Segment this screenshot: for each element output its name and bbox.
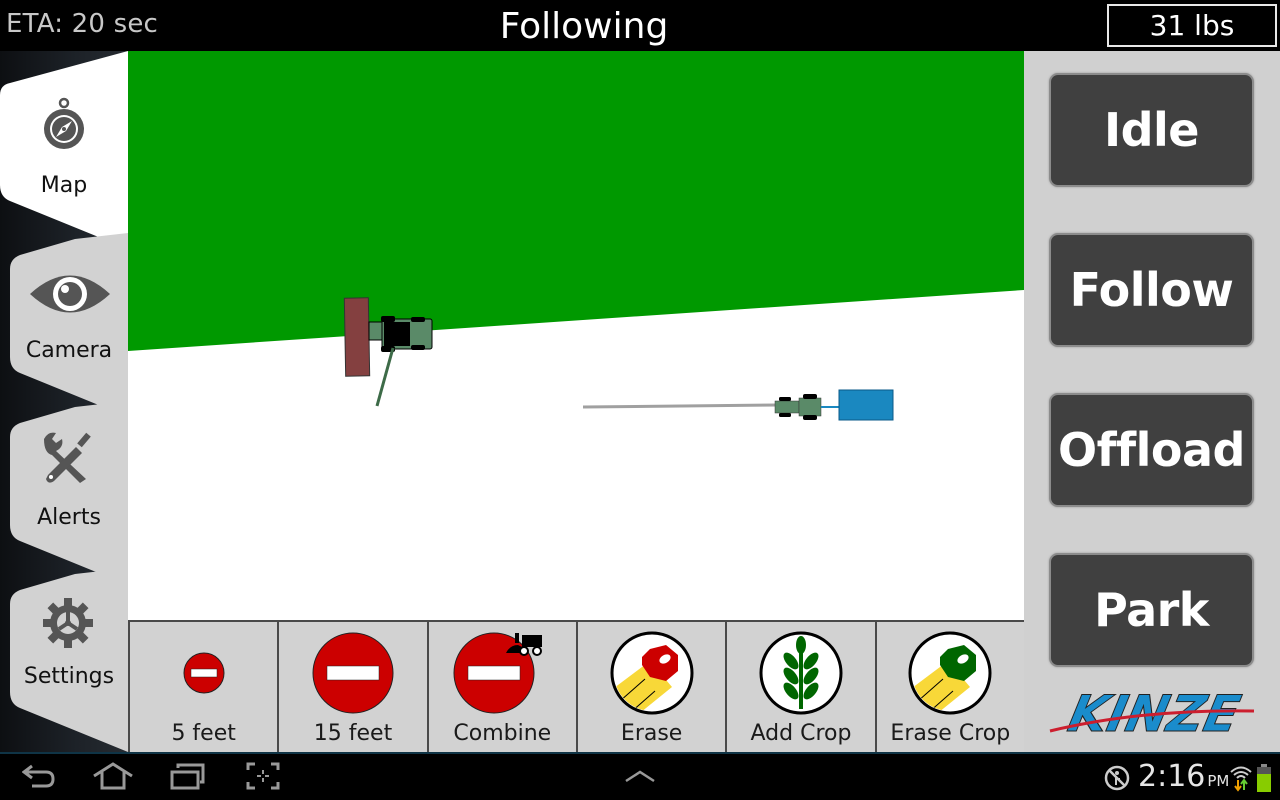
tab-label: Camera bbox=[25, 338, 113, 363]
tool-erase[interactable]: Erase bbox=[577, 622, 726, 752]
field-map[interactable] bbox=[128, 51, 1024, 621]
tool-15-feet[interactable]: 15 feet bbox=[279, 622, 427, 752]
combine-cab bbox=[384, 322, 410, 346]
eraser-red-icon bbox=[578, 630, 725, 716]
tool-label: Erase bbox=[620, 721, 683, 746]
battery-icon bbox=[1256, 764, 1272, 796]
map-canvas[interactable] bbox=[128, 51, 1024, 621]
park-button[interactable]: Park bbox=[1049, 553, 1254, 667]
no-entry-large-icon bbox=[279, 630, 426, 716]
tab-label: Map bbox=[40, 173, 88, 198]
compass-icon bbox=[0, 97, 128, 157]
back-icon[interactable] bbox=[21, 762, 56, 794]
home-icon[interactable] bbox=[92, 762, 134, 794]
system-nav-bar: 2:16 PM bbox=[0, 752, 1280, 800]
no-entry-combine-icon bbox=[429, 630, 576, 716]
wifi-icon bbox=[1229, 764, 1253, 796]
chevron-up-icon[interactable] bbox=[624, 768, 656, 788]
mode-status-title: Following bbox=[499, 6, 669, 47]
map-tools-bar: 5 feet 15 feet Combine Erase Add Crop Er… bbox=[128, 620, 1024, 752]
eraser-green-icon bbox=[877, 630, 1024, 716]
combine-wheel bbox=[411, 317, 425, 322]
offload-button[interactable]: Offload bbox=[1049, 393, 1254, 507]
eye-icon bbox=[6, 269, 134, 323]
no-entry-small-icon bbox=[130, 630, 277, 716]
tractor-cab bbox=[798, 397, 822, 417]
clock-time: 2:16 bbox=[1138, 759, 1206, 794]
recent-apps-icon[interactable] bbox=[170, 762, 206, 794]
tractor-wheel bbox=[803, 394, 817, 399]
tractor-vehicle[interactable] bbox=[582, 389, 894, 421]
no-touch-icon bbox=[1104, 765, 1130, 795]
kinze-logo: KINZE bbox=[1042, 684, 1262, 743]
sidebar-tabs: Map Camera Alerts Settings bbox=[0, 51, 128, 752]
tool-label: 5 feet bbox=[171, 721, 236, 746]
grain-weight-readout: 31 lbs bbox=[1107, 4, 1277, 47]
tab-label: Alerts bbox=[37, 505, 101, 530]
tractor-wheel bbox=[779, 397, 791, 401]
follow-button[interactable]: Follow bbox=[1049, 233, 1254, 347]
wheat-icon bbox=[727, 630, 874, 716]
mode-panel: Idle Follow Offload Park KINZE bbox=[1024, 51, 1280, 752]
screenshot-icon[interactable] bbox=[246, 762, 280, 794]
tool-label: Combine bbox=[453, 721, 552, 746]
crop-area bbox=[128, 51, 1024, 351]
tractor-wheel bbox=[779, 413, 791, 417]
tab-shape bbox=[10, 233, 128, 417]
tab-alerts[interactable]: Alerts bbox=[0, 401, 128, 591]
combine-header bbox=[343, 297, 371, 377]
tab-map[interactable]: Map bbox=[0, 51, 128, 251]
tractor-path-line bbox=[582, 403, 779, 409]
tab-camera[interactable]: Camera bbox=[0, 233, 128, 423]
tool-add-crop[interactable]: Add Crop bbox=[727, 622, 875, 752]
tools-icon bbox=[4, 429, 132, 489]
combine-feeder bbox=[368, 321, 383, 341]
tool-erase-crop[interactable]: Erase Crop bbox=[876, 622, 1024, 752]
top-status-bar: ETA: 20 sec Following 31 lbs bbox=[0, 0, 1280, 51]
system-clock: 2:16 PM bbox=[1138, 759, 1229, 794]
combine-wheel bbox=[381, 316, 395, 322]
idle-button[interactable]: Idle bbox=[1049, 73, 1254, 187]
clock-ampm: PM bbox=[1207, 772, 1230, 790]
tool-combine[interactable]: Combine bbox=[428, 622, 576, 752]
combine-unload-auger bbox=[375, 347, 395, 407]
tool-label: Erase Crop bbox=[890, 721, 1011, 746]
tab-settings[interactable]: Settings bbox=[0, 568, 128, 752]
tab-label: Settings bbox=[23, 664, 115, 689]
tractor-wheel bbox=[803, 415, 817, 420]
tool-label: Add Crop bbox=[750, 721, 852, 746]
tool-label: 15 feet bbox=[313, 721, 393, 746]
tool-5-feet[interactable]: 5 feet bbox=[130, 622, 278, 752]
tractor-hood bbox=[774, 400, 800, 414]
combine-wheel bbox=[411, 345, 425, 350]
gear-icon bbox=[4, 596, 132, 654]
grain-cart bbox=[838, 389, 894, 421]
